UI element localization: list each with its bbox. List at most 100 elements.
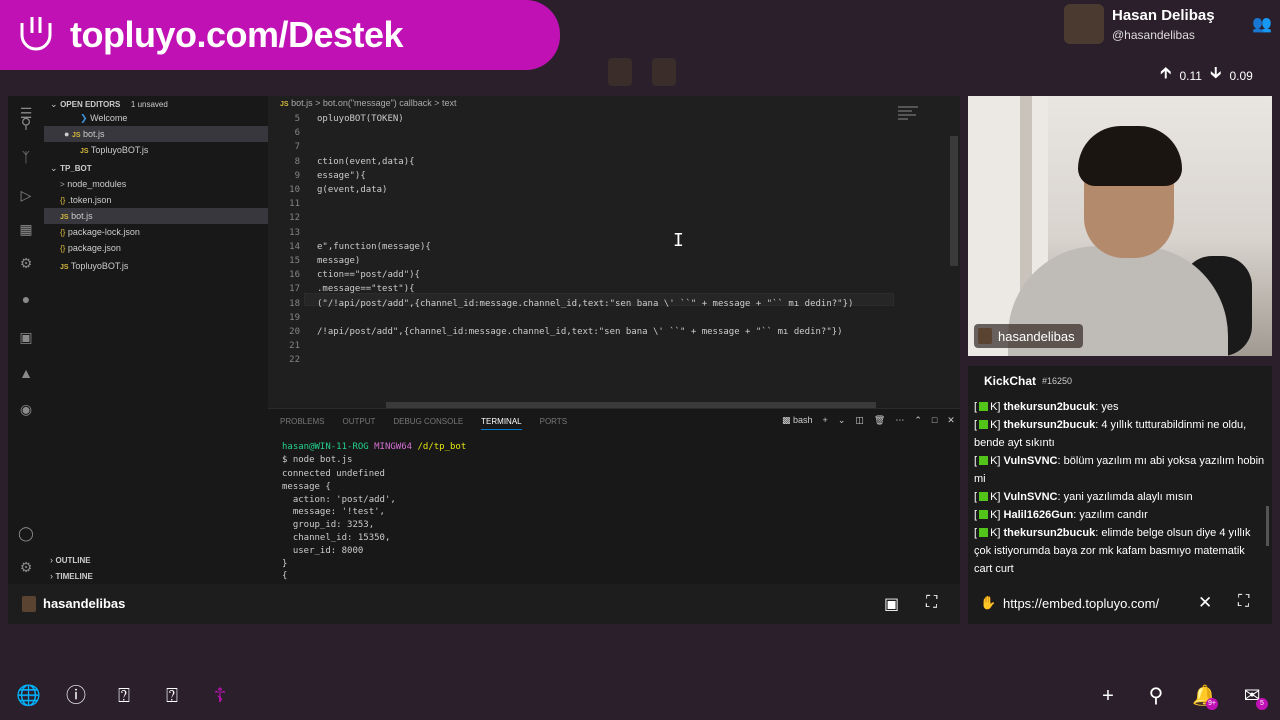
- mail-badge: 5: [1256, 698, 1268, 710]
- file-tree-item[interactable]: {} package-lock.json: [44, 224, 268, 240]
- breadcrumb[interactable]: JS bot.js > bot.on("message") callback >…: [280, 98, 457, 108]
- search-icon[interactable]: ⚲: [17, 114, 35, 132]
- file-tree-item[interactable]: JS TopluyoBOT.js: [44, 258, 268, 274]
- terminal-shell-icon[interactable]: ▩ bash: [782, 415, 813, 426]
- timeline-section[interactable]: › TIMELINE: [44, 568, 268, 584]
- chat-username[interactable]: Halil1626Gun: [1004, 509, 1074, 521]
- help-icon[interactable]: ⍰: [112, 684, 136, 708]
- chevron-down-icon[interactable]: ⌄: [838, 415, 846, 426]
- maximize-icon[interactable]: □: [932, 415, 937, 426]
- terminal-line: user_id: 8000: [282, 545, 364, 556]
- tab-debug-console[interactable]: DEBUG CONSOLE: [393, 417, 463, 430]
- chat-username[interactable]: thekursun2bucuk: [1004, 419, 1096, 431]
- chat-username[interactable]: VulnSVNC: [1004, 455, 1058, 467]
- close-icon[interactable]: ✕: [1198, 593, 1212, 613]
- account-icon[interactable]: ◯: [17, 524, 35, 542]
- chat-username[interactable]: thekursun2bucuk: [1004, 527, 1096, 539]
- open-editor-item[interactable]: ● JS bot.js: [44, 126, 268, 142]
- file-name: bot.js: [71, 211, 93, 221]
- tab-problems[interactable]: PROBLEMS: [280, 417, 324, 430]
- source-control-icon[interactable]: ᛉ: [17, 148, 35, 166]
- folder-header[interactable]: ⌄ TP_BOT: [44, 160, 268, 176]
- file-tree-item[interactable]: > node_modules: [44, 176, 268, 192]
- badge-bracket: [: [974, 527, 978, 539]
- help-icon[interactable]: ⍰: [160, 684, 184, 708]
- file-tree-item[interactable]: JS bot.js: [44, 208, 268, 224]
- panel-toolbar: ▩ bash + ⌄ ◫ 🗑 ⋯ ⌃ □ ✕: [782, 415, 955, 426]
- topluyo-smile-icon[interactable]: ☦: [208, 684, 232, 708]
- person-hair: [1078, 126, 1182, 186]
- new-terminal-icon[interactable]: +: [823, 415, 828, 426]
- info-icon[interactable]: ⓘ: [64, 684, 88, 708]
- docker-icon[interactable]: ⚙: [17, 254, 35, 272]
- settings-gear-icon[interactable]: ⚙: [17, 558, 35, 576]
- chat-text: yani yazılımda alaylı mısın: [1063, 491, 1193, 503]
- webcam-feed: hasandelibas: [968, 96, 1272, 356]
- file-name: TopluyoBOT.js: [90, 145, 149, 155]
- code-line: e",function(message){: [317, 241, 431, 252]
- vertical-scrollbar[interactable]: [950, 136, 958, 266]
- arrow-down-icon[interactable]: 🡳: [1210, 62, 1222, 89]
- arrow-up-icon[interactable]: 🡱: [1160, 62, 1172, 89]
- fullscreen-icon[interactable]: ⛶: [926, 594, 937, 612]
- code-editor[interactable]: JS bot.js > bot.on("message") callback >…: [268, 96, 960, 408]
- badge-k: K]: [990, 455, 1004, 467]
- viewer-avatar[interactable]: [608, 58, 632, 86]
- python-icon[interactable]: ●: [17, 290, 35, 308]
- tab-terminal[interactable]: TERMINAL: [481, 417, 522, 430]
- terminal-line: message {: [282, 481, 331, 492]
- subscriber-badge-icon: [979, 510, 989, 519]
- chevron-up-icon[interactable]: ⌃: [914, 415, 922, 426]
- theater-mode-icon[interactable]: ▣: [884, 594, 899, 614]
- line-number: 21: [289, 341, 300, 352]
- people-icon[interactable]: 👥: [1252, 14, 1272, 34]
- search-icon[interactable]: ⚲: [1144, 684, 1168, 708]
- remote-icon[interactable]: ▣: [17, 328, 35, 346]
- viewer-avatar[interactable]: [652, 58, 676, 86]
- minimap[interactable]: [898, 106, 922, 136]
- globe-icon[interactable]: 🌐: [16, 684, 41, 708]
- chat-scrollbar[interactable]: [1266, 506, 1269, 546]
- file-tree-item[interactable]: {} .token.json: [44, 192, 268, 208]
- line-number: 5: [294, 114, 300, 124]
- terminal-line: action: 'post/add',: [282, 494, 396, 505]
- badge-k: K]: [990, 491, 1004, 503]
- badge-k: K]: [990, 527, 1004, 539]
- trash-icon[interactable]: 🗑: [874, 415, 885, 426]
- close-icon[interactable]: ✕: [947, 415, 955, 426]
- chat-username[interactable]: VulnSVNC: [1004, 491, 1058, 503]
- run-debug-icon[interactable]: ▷: [17, 186, 35, 204]
- plus-icon[interactable]: +: [1096, 684, 1120, 708]
- fullscreen-icon[interactable]: ⛶: [1238, 593, 1249, 611]
- chat-username[interactable]: thekursun2bucuk: [1004, 401, 1096, 413]
- split-terminal-icon[interactable]: ◫: [855, 415, 864, 426]
- explorer-sidebar: ⌄ OPEN EDITORS 1 unsaved ❯ Welcome ● JS …: [44, 96, 268, 584]
- tab-ports[interactable]: PORTS: [540, 417, 567, 430]
- more-icon[interactable]: ⋯: [895, 415, 904, 426]
- open-editor-item[interactable]: JS TopluyoBOT.js: [44, 142, 268, 158]
- embed-url[interactable]: https://embed.topluyo.com/: [1003, 596, 1159, 611]
- terminal-line: }: [282, 558, 288, 569]
- line-number: 13: [289, 227, 300, 238]
- streamer-name[interactable]: hasandelibas: [43, 596, 125, 611]
- file-name: node_modules: [67, 179, 127, 189]
- open-editor-item[interactable]: ❯ Welcome: [44, 110, 268, 126]
- badge-k: K]: [990, 509, 1004, 521]
- line-number: 9: [294, 170, 300, 181]
- notification-badge: 9+: [1206, 698, 1218, 710]
- avatar[interactable]: [22, 596, 36, 612]
- terminal-prompt: hasan@WIN-11-ROG MINGW64 /d/tp_bot: [282, 442, 466, 452]
- profile-card[interactable]: Hasan Delibaş @hasandelibas 👥: [1064, 4, 1280, 48]
- destek-banner[interactable]: topluyo.com/Destek: [0, 0, 560, 70]
- github-icon[interactable]: ◉: [17, 400, 35, 418]
- file-tree-item[interactable]: {} package.json: [44, 240, 268, 256]
- avatar[interactable]: [1064, 4, 1104, 44]
- extensions-icon[interactable]: ▦: [17, 220, 35, 238]
- outline-section[interactable]: › OUTLINE: [44, 552, 268, 568]
- terminal-command: $ node bot.js: [282, 455, 353, 465]
- code-line: ction=="post/add"){: [317, 270, 420, 281]
- tab-output[interactable]: OUTPUT: [342, 417, 375, 430]
- vote-widget: 🡱 0.11 🡳 0.09: [1160, 62, 1253, 89]
- gitlens-icon[interactable]: ▲: [17, 364, 35, 382]
- line-number: 22: [289, 355, 300, 366]
